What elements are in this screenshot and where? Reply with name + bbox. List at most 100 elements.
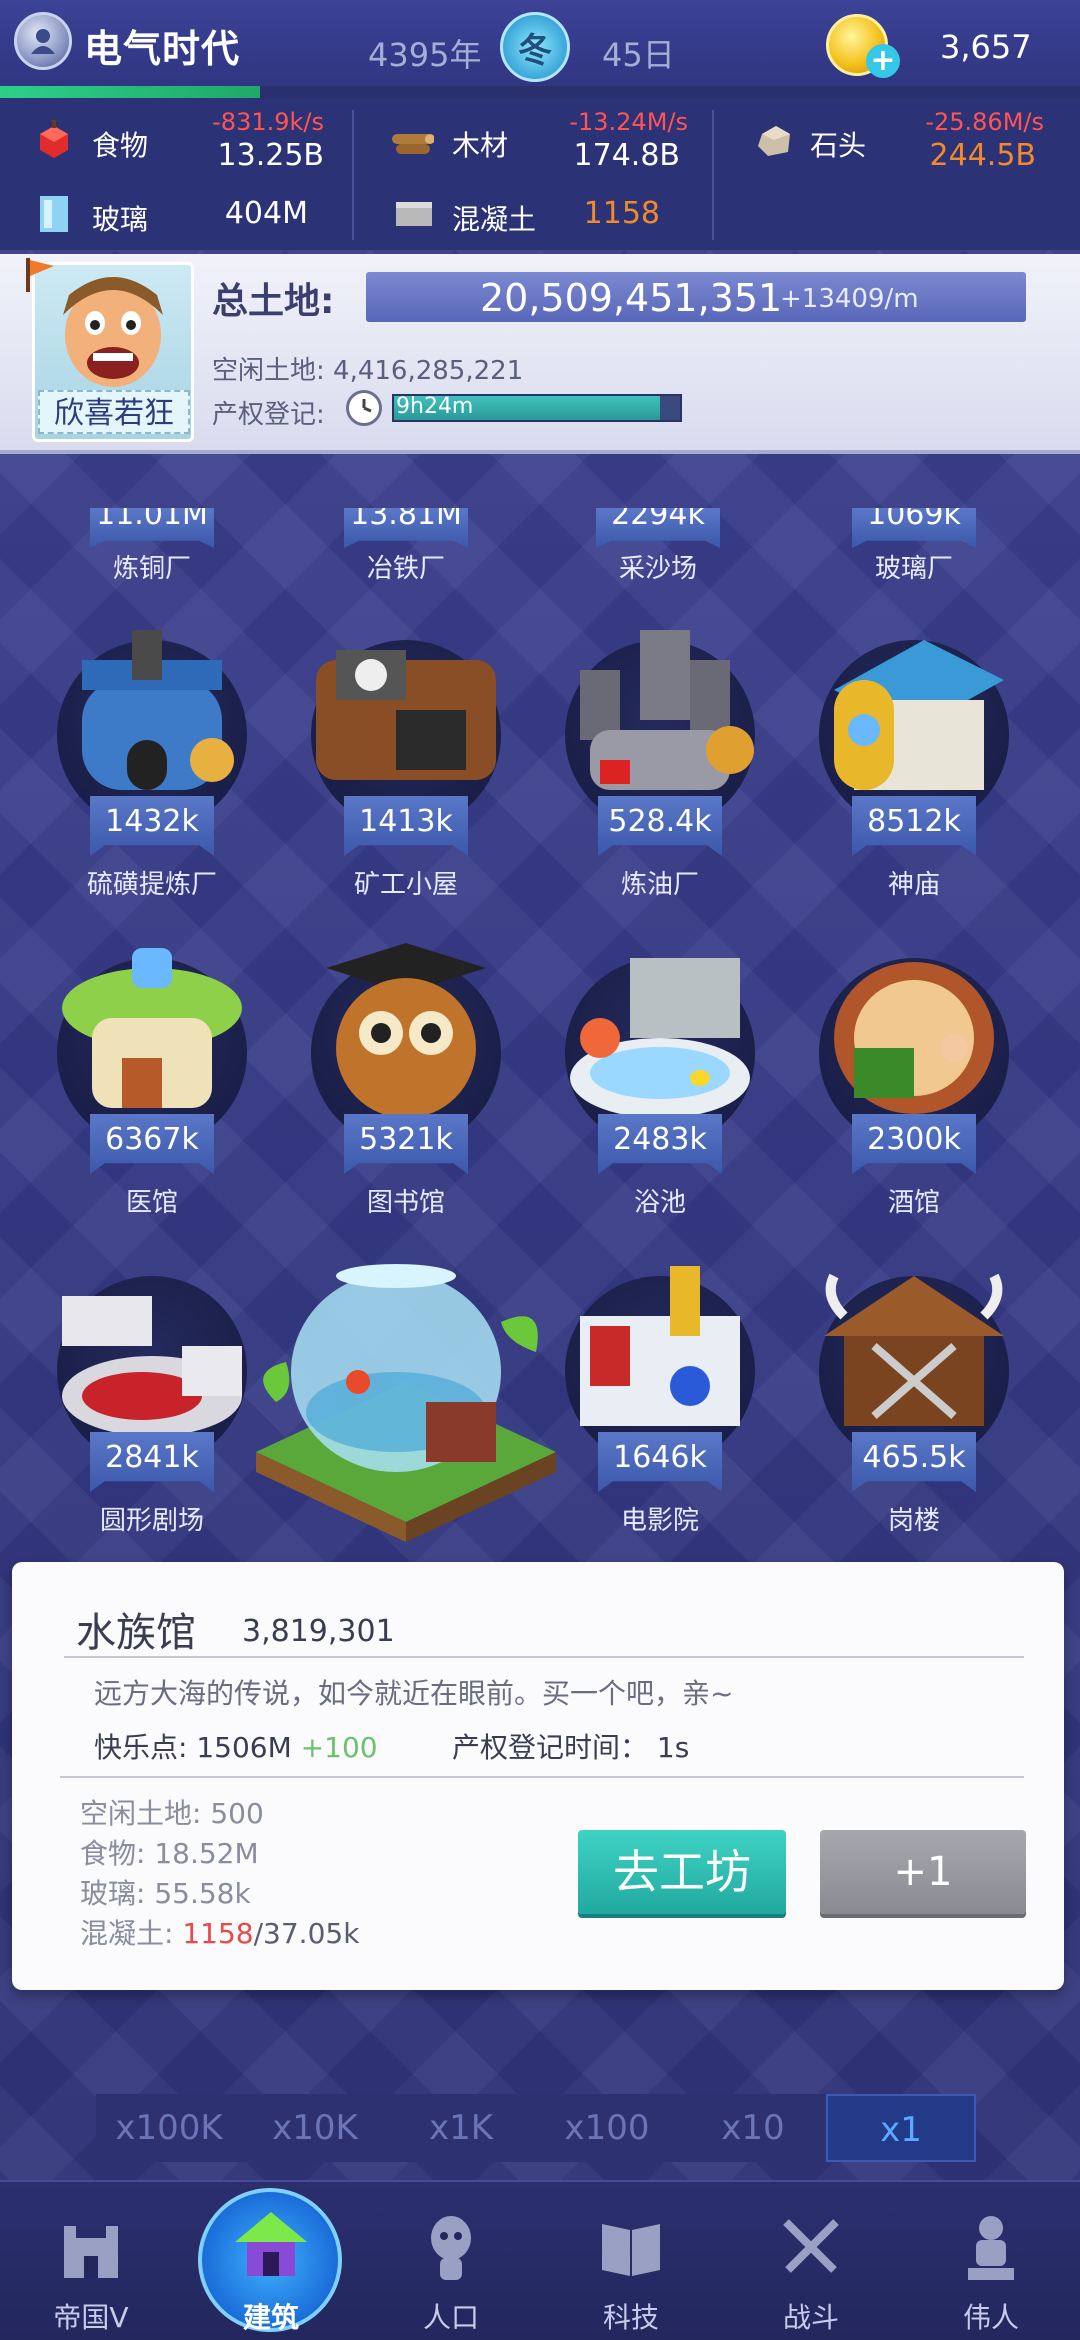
building-name: 圆形剧场 bbox=[99, 1506, 204, 1536]
multiplier-x10k[interactable]: x10K bbox=[242, 2094, 388, 2162]
nav-population[interactable]: 人口 bbox=[376, 2212, 526, 2336]
food-value: 13.25B bbox=[217, 138, 324, 173]
registration-time: 9h24m bbox=[396, 394, 474, 419]
nav-technology[interactable]: 科技 bbox=[556, 2212, 706, 2336]
building-sulfur-refinery[interactable]: 1432k 硫磺提炼厂 bbox=[52, 620, 252, 910]
flag-icon bbox=[20, 254, 60, 298]
building-count-badge: 11.01M bbox=[90, 508, 214, 548]
building-count-badge: 1646k bbox=[598, 1432, 722, 1492]
stone-rate: -25.86M/s bbox=[925, 108, 1044, 136]
building-name: 酒馆 bbox=[887, 1188, 940, 1218]
building-name: 玻璃厂 bbox=[874, 554, 953, 584]
building-name: 矿工小屋 bbox=[353, 870, 458, 900]
concrete-icon bbox=[394, 198, 434, 234]
building-tavern[interactable]: 2300k 酒馆 bbox=[814, 938, 1014, 1228]
building-count-badge: 5321k bbox=[344, 1114, 468, 1174]
building-bathhouse[interactable]: 2483k 浴池 bbox=[560, 938, 760, 1228]
building-name: 医馆 bbox=[125, 1188, 178, 1218]
building-count-badge: 2483k bbox=[598, 1114, 722, 1174]
building-name: 图书馆 bbox=[366, 1188, 445, 1218]
tavern-icon bbox=[834, 962, 994, 1114]
detail-building-count: 3,819,301 bbox=[242, 1614, 395, 1649]
building-name: 采沙场 bbox=[618, 554, 697, 584]
happiness-value: 快乐点: 1506M bbox=[94, 1731, 292, 1764]
day-label: 45日 bbox=[602, 36, 675, 74]
building-watchtower[interactable]: 465.5k 岗楼 bbox=[814, 1256, 1014, 1546]
glass-label: 玻璃 bbox=[92, 203, 149, 236]
land-growth-rate: +13409/m bbox=[780, 284, 919, 314]
building-count-badge: 1413k bbox=[344, 796, 468, 856]
building-name: 硫磺提炼厂 bbox=[86, 870, 217, 900]
add-coins-button[interactable]: + bbox=[866, 44, 900, 78]
nav-label: 战斗 bbox=[782, 2301, 839, 2334]
library-icon bbox=[326, 943, 486, 1118]
multiplier-x100[interactable]: x100 bbox=[534, 2094, 680, 2162]
building-name: 岗楼 bbox=[887, 1506, 940, 1536]
building-count-badge: 13.81M bbox=[344, 508, 468, 548]
year-label: 4395年 bbox=[368, 36, 482, 74]
glass-value: 404M bbox=[224, 196, 308, 231]
building-temple[interactable]: 8512k 神庙 bbox=[814, 620, 1014, 910]
building-cinema[interactable]: 1646k 电影院 bbox=[560, 1256, 760, 1546]
divider bbox=[60, 1776, 1024, 1778]
nav-label: 伟人 bbox=[962, 2301, 1019, 2334]
concrete-cost-label: 混凝土: bbox=[80, 1917, 183, 1950]
multiplier-x10[interactable]: x10 bbox=[680, 2094, 826, 2162]
building-count-badge: 6367k bbox=[90, 1114, 214, 1174]
divider bbox=[352, 110, 354, 240]
concrete-value: 1158 bbox=[583, 196, 660, 231]
cinema-icon bbox=[580, 1266, 740, 1426]
building-count-badge: 2841k bbox=[90, 1432, 214, 1492]
food-label: 食物 bbox=[92, 129, 149, 162]
building-name: 冶铁厂 bbox=[366, 554, 445, 584]
idle-land: 空闲土地: 4,416,285,221 bbox=[212, 356, 524, 386]
wood-icon bbox=[390, 120, 435, 164]
sulfur-refinery-icon bbox=[82, 630, 234, 790]
building-count-badge: 1432k bbox=[90, 796, 214, 856]
multiplier-x1k[interactable]: x1K bbox=[388, 2094, 534, 2162]
nav-empire[interactable]: 帝国V bbox=[16, 2212, 166, 2336]
building-oil-refinery[interactable]: 528.4k 炼油厂 bbox=[560, 620, 760, 910]
season-badge[interactable]: 冬 bbox=[500, 12, 570, 82]
nav-label: 建筑 bbox=[242, 2301, 299, 2334]
total-land-value: 20,509,451,351 bbox=[480, 276, 783, 320]
building-name: 神庙 bbox=[887, 870, 940, 900]
building-clinic[interactable]: 6367k 医馆 bbox=[52, 938, 252, 1228]
registration-time-label: 产权登记时间： bbox=[452, 1731, 649, 1764]
nav-label: 科技 bbox=[602, 2301, 659, 2334]
era-progress-fill bbox=[0, 86, 260, 98]
cost-food: 食物: 18.52M bbox=[80, 1837, 259, 1870]
era-icon[interactable] bbox=[14, 12, 72, 70]
total-land-title: 总土地: bbox=[212, 281, 335, 322]
nav-buildings[interactable]: 建筑 bbox=[196, 2206, 346, 2336]
multiplier-x100k[interactable]: x100K bbox=[96, 2094, 242, 2162]
multiplier-x1[interactable]: x1 bbox=[826, 2094, 976, 2162]
go-to-workshop-button[interactable]: 去工坊 bbox=[578, 1830, 786, 1914]
building-name: 电影院 bbox=[620, 1506, 699, 1536]
era-progress-track bbox=[260, 86, 1080, 98]
divider bbox=[712, 110, 714, 240]
temple-icon bbox=[834, 640, 1004, 790]
cost-idle-land: 空闲土地: 500 bbox=[80, 1797, 264, 1830]
building-count-badge: 528.4k bbox=[598, 796, 722, 856]
watchtower-icon bbox=[824, 1273, 1004, 1426]
building-aquarium-selected[interactable] bbox=[246, 1262, 566, 1542]
building-count-badge: 8512k bbox=[852, 796, 976, 856]
wood-label: 木材 bbox=[452, 129, 509, 162]
wood-value: 174.8B bbox=[573, 138, 680, 173]
concrete-label: 混凝土 bbox=[452, 203, 537, 236]
coin-count: 3,657 bbox=[940, 28, 1032, 66]
building-count-badge: 465.5k bbox=[852, 1432, 976, 1492]
oil-refinery-icon bbox=[580, 630, 754, 790]
swords-icon bbox=[783, 2219, 839, 2273]
building-amphitheater[interactable]: 2841k 圆形剧场 bbox=[52, 1256, 252, 1546]
building-miner-hut[interactable]: 1413k 矿工小屋 bbox=[306, 620, 506, 910]
building-count-badge: 2294k bbox=[596, 508, 720, 548]
era-title[interactable]: 电气时代 bbox=[84, 18, 240, 73]
building-library[interactable]: 5321k 图书馆 bbox=[306, 938, 506, 1228]
buy-one-button[interactable]: +1 bbox=[820, 1830, 1026, 1914]
stone-label: 石头 bbox=[810, 129, 867, 162]
registration-label: 产权登记: bbox=[212, 400, 325, 430]
nav-great-people[interactable]: 伟人 bbox=[916, 2212, 1066, 2336]
nav-battle[interactable]: 战斗 bbox=[736, 2212, 886, 2336]
